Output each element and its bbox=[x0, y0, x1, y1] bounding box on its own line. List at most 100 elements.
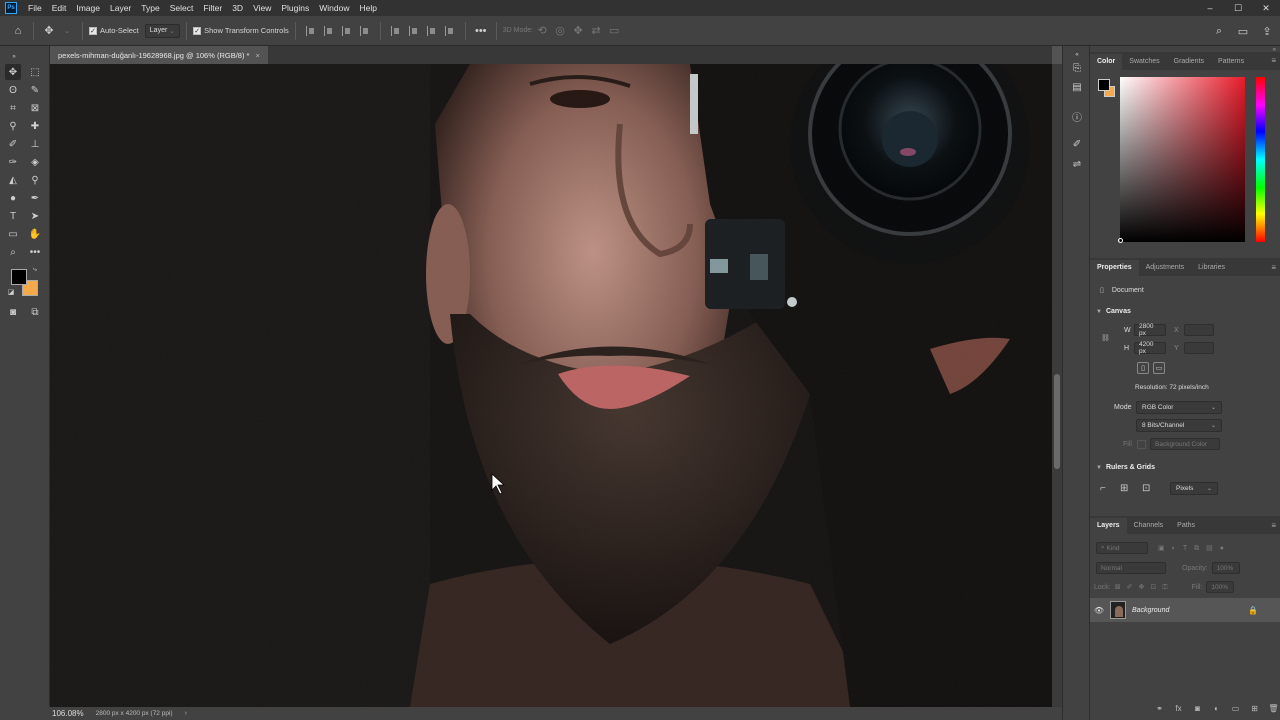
menu-layer[interactable]: Layer bbox=[105, 0, 136, 16]
quick-mask-icon[interactable]: ◙ bbox=[5, 304, 21, 320]
menu-plugins[interactable]: Plugins bbox=[276, 0, 314, 16]
crop-tool-icon[interactable]: ⌗ bbox=[5, 100, 21, 116]
status-menu-arrow[interactable]: › bbox=[185, 710, 187, 717]
units-dropdown[interactable]: Pixels ⌄ bbox=[1170, 482, 1218, 495]
pen-tool-icon[interactable]: ✒ bbox=[27, 190, 43, 206]
mode-dropdown[interactable]: RGB Color ⌄ bbox=[1136, 401, 1222, 414]
menu-window[interactable]: Window bbox=[314, 0, 354, 16]
canvas-section-header[interactable]: ▼ Canvas bbox=[1096, 308, 1131, 315]
collapse-chevron-icon[interactable]: » bbox=[6, 49, 22, 65]
eraser-tool-icon[interactable]: ◈ bbox=[27, 154, 43, 170]
menu-image[interactable]: Image bbox=[71, 0, 105, 16]
guides-icon[interactable]: ⊡ bbox=[1142, 483, 1166, 494]
edit-toolbar-icon[interactable]: ••• bbox=[27, 244, 43, 260]
ruler-icon[interactable]: ⌐ bbox=[1100, 483, 1120, 494]
panel-menu-icon[interactable]: ≡ bbox=[1271, 56, 1276, 65]
zoom-level[interactable]: 106.08% bbox=[52, 709, 84, 718]
grid-icon[interactable]: ⊞ bbox=[1120, 483, 1142, 494]
brush-settings-icon[interactable]: ✐ bbox=[1069, 136, 1085, 152]
align-right-icon[interactable] bbox=[341, 25, 352, 36]
portrait-orientation-icon[interactable]: ▯ bbox=[1137, 362, 1149, 374]
panel-menu-icon[interactable]: ≡ bbox=[1271, 263, 1276, 272]
add-mask-icon[interactable]: ◙ bbox=[1188, 704, 1207, 713]
menu-type[interactable]: Type bbox=[136, 0, 164, 16]
panel-menu-icon[interactable]: ≡ bbox=[1271, 521, 1276, 530]
hue-slider[interactable] bbox=[1256, 77, 1265, 242]
menu-edit[interactable]: Edit bbox=[47, 0, 72, 16]
clone-stamp-tool-icon[interactable]: ⊥ bbox=[27, 136, 43, 152]
workspace-icon[interactable]: ▭ bbox=[1234, 22, 1252, 40]
foreground-color-swatch[interactable] bbox=[11, 269, 27, 285]
close-window-button[interactable]: ✕ bbox=[1252, 0, 1280, 16]
tab-paths[interactable]: Paths bbox=[1170, 518, 1202, 534]
distribute-horizontal-icon[interactable] bbox=[359, 25, 370, 36]
history-brush-tool-icon[interactable]: ✑ bbox=[5, 154, 21, 170]
zoom-tool-icon[interactable]: ⌕ bbox=[5, 244, 21, 260]
delete-layer-icon[interactable]: 🗑 bbox=[1264, 704, 1280, 713]
chevron-down-icon[interactable]: ⌄ bbox=[58, 22, 76, 40]
menu-file[interactable]: File bbox=[23, 0, 47, 16]
align-left-icon[interactable] bbox=[305, 25, 316, 36]
move-tool-icon[interactable]: ✥ bbox=[5, 64, 21, 80]
healing-brush-tool-icon[interactable]: ✚ bbox=[27, 118, 43, 134]
show-transform-checkbox[interactable]: ✓ Show Transform Controls bbox=[193, 26, 289, 35]
swap-colors-icon[interactable]: ⤷ bbox=[30, 265, 40, 275]
layer-style-icon[interactable]: fx bbox=[1169, 704, 1188, 713]
menu-select[interactable]: Select bbox=[165, 0, 199, 16]
lock-options-icons[interactable]: ⊠✐✥⊡⚿ bbox=[1115, 583, 1174, 592]
brush-tool-icon[interactable]: ✐ bbox=[5, 136, 21, 152]
color-picker-marker[interactable] bbox=[1118, 238, 1123, 243]
info-icon[interactable]: ⓘ bbox=[1069, 108, 1085, 124]
history-icon[interactable]: ⎘ bbox=[1069, 60, 1085, 76]
dodge-tool-icon[interactable]: ⚲ bbox=[27, 172, 43, 188]
minimize-button[interactable]: – bbox=[1196, 0, 1224, 16]
menu-3d[interactable]: 3D bbox=[227, 0, 248, 16]
move-tool-icon[interactable]: ✥ bbox=[40, 22, 58, 40]
distribute-vertical-icon[interactable] bbox=[444, 25, 455, 36]
lock-icon[interactable]: 🔒 bbox=[1248, 606, 1258, 615]
eye-icon[interactable]: 👁 bbox=[1090, 606, 1108, 615]
type-tool-icon[interactable]: T bbox=[5, 208, 21, 224]
bit-depth-dropdown[interactable]: 8 Bits/Channel ⌄ bbox=[1136, 419, 1222, 432]
new-group-icon[interactable]: ▭ bbox=[1226, 704, 1245, 713]
vertical-scrollbar[interactable] bbox=[1052, 64, 1062, 707]
layer-filter-input[interactable]: ⌕ Kind bbox=[1096, 542, 1148, 554]
landscape-orientation-icon[interactable]: ▭ bbox=[1153, 362, 1165, 374]
tab-libraries[interactable]: Libraries bbox=[1191, 260, 1232, 276]
color-panel-foreground-swatch[interactable] bbox=[1098, 79, 1110, 91]
link-dimensions-icon[interactable]: ⛓ bbox=[1101, 334, 1110, 342]
rectangle-tool-icon[interactable]: ▭ bbox=[5, 226, 21, 242]
blur-tool-icon[interactable]: ● bbox=[5, 190, 21, 206]
share-icon[interactable]: ⇪ bbox=[1258, 22, 1276, 40]
maximize-button[interactable]: ☐ bbox=[1224, 0, 1252, 16]
frame-tool-icon[interactable]: ⊠ bbox=[27, 100, 43, 116]
adjustments-icon[interactable]: ⇌ bbox=[1069, 156, 1085, 172]
auto-select-checkbox[interactable]: ✓ Auto-Select bbox=[89, 26, 139, 35]
tab-channels[interactable]: Channels bbox=[1127, 518, 1171, 534]
height-field[interactable]: 4200 px bbox=[1134, 341, 1166, 355]
link-layers-icon[interactable]: ⚭ bbox=[1150, 704, 1169, 713]
quick-selection-tool-icon[interactable]: ✎ bbox=[27, 82, 43, 98]
document-tab[interactable]: pexels-mihman-duğanlı-19628968.jpg @ 106… bbox=[50, 46, 268, 64]
hand-tool-icon[interactable]: ✋ bbox=[27, 226, 43, 242]
tab-color[interactable]: Color bbox=[1090, 54, 1123, 70]
new-adjustment-icon[interactable]: ◐ bbox=[1207, 704, 1226, 713]
path-selection-tool-icon[interactable]: ➤ bbox=[27, 208, 43, 224]
document-canvas[interactable] bbox=[50, 64, 1052, 707]
color-picker-field[interactable] bbox=[1120, 77, 1245, 242]
menu-help[interactable]: Help bbox=[354, 0, 381, 16]
comments-icon[interactable]: ▤ bbox=[1069, 79, 1085, 95]
tab-swatches[interactable]: Swatches bbox=[1122, 54, 1166, 70]
new-layer-icon[interactable]: ⊞ bbox=[1245, 704, 1264, 713]
close-tab-icon[interactable]: × bbox=[255, 51, 259, 60]
tab-layers[interactable]: Layers bbox=[1090, 518, 1127, 534]
layer-name[interactable]: Background bbox=[1132, 607, 1169, 614]
menu-filter[interactable]: Filter bbox=[198, 0, 227, 16]
paint-bucket-tool-icon[interactable]: ◭ bbox=[5, 172, 21, 188]
align-bottom-icon[interactable] bbox=[426, 25, 437, 36]
tab-properties[interactable]: Properties bbox=[1090, 260, 1139, 276]
width-field[interactable]: 2800 px bbox=[1134, 323, 1166, 337]
menu-view[interactable]: View bbox=[248, 0, 276, 16]
more-options-icon[interactable]: ••• bbox=[472, 22, 490, 40]
search-icon[interactable]: ⌕ bbox=[1210, 22, 1228, 40]
